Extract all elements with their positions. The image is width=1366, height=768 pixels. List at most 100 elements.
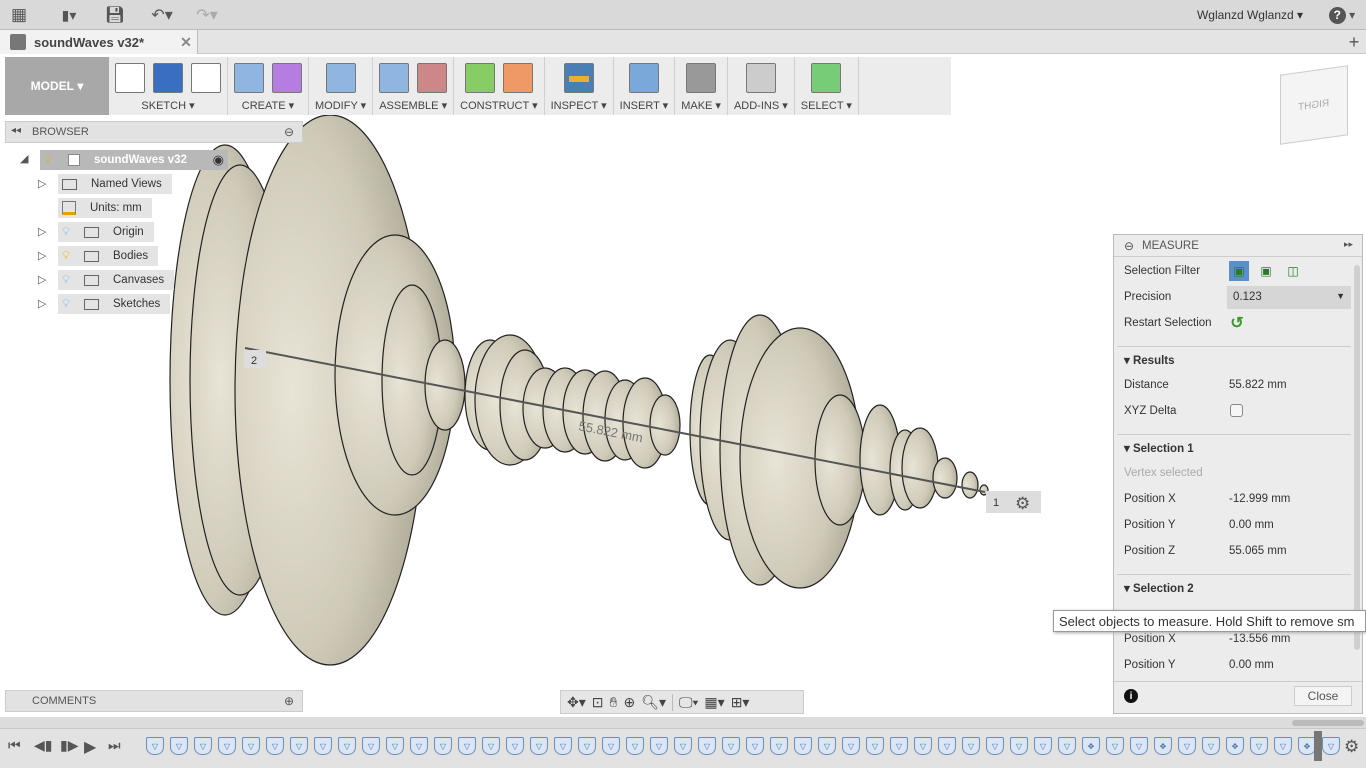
timeline-feature-icon[interactable]: ▽	[986, 737, 1004, 755]
sketch-menu[interactable]: SKETCH ▾	[141, 99, 194, 112]
inspect-menu[interactable]: INSPECT ▾	[551, 99, 607, 112]
undo-icon[interactable]: ↶▾	[145, 5, 179, 25]
lightbulb-icon[interactable]: 💡︎	[62, 274, 76, 287]
select-menu[interactable]: SELECT ▾	[801, 99, 852, 112]
orbit-icon[interactable]: ✥▾	[567, 694, 586, 711]
timeline-feature-icon[interactable]: ▽	[290, 737, 308, 755]
timeline-feature-icon[interactable]: ▽	[794, 737, 812, 755]
timeline-feature-icon[interactable]: ▽	[722, 737, 740, 755]
assemble-tool-icon-1[interactable]	[379, 63, 410, 93]
create-tool-icon-2[interactable]	[272, 63, 302, 93]
browser-item-canvases[interactable]: 💡︎ Canvases	[58, 270, 175, 290]
timeline-feature-icon[interactable]: ▽	[1058, 737, 1076, 755]
browser-item-sketches[interactable]: 💡︎ Sketches	[58, 294, 171, 314]
go-to-start-icon[interactable]: ⏮	[8, 737, 21, 754]
save-icon[interactable]: 💾︎	[105, 5, 125, 25]
minimize-icon[interactable]: ⊖	[284, 125, 294, 139]
selection2-header[interactable]: ▾ Selection 2	[1124, 581, 1194, 595]
timeline-feature-icon[interactable]: ▽	[1274, 737, 1292, 755]
zoom-icon[interactable]: ⊕	[623, 694, 635, 711]
close-button[interactable]: Close	[1294, 686, 1352, 706]
timeline-feature-icon[interactable]: ▽	[410, 737, 428, 755]
view-cube[interactable]: RIGHT	[1280, 65, 1348, 145]
document-tab[interactable]: soundWaves v32* ✕	[0, 30, 198, 54]
browser-item-origin[interactable]: 💡︎ Origin	[58, 222, 154, 242]
insert-menu[interactable]: INSERT ▾	[620, 99, 669, 112]
filter-edge-icon[interactable]: ◫	[1283, 261, 1303, 281]
timeline-feature-icon[interactable]: ▽	[650, 737, 668, 755]
construct-tool-icon-1[interactable]	[464, 63, 495, 93]
step-back-icon[interactable]: ◀▮	[34, 737, 52, 754]
activate-icon[interactable]: ◉	[213, 152, 224, 168]
lightbulb-icon[interactable]: 💡︎	[62, 226, 76, 239]
minimize-icon[interactable]: ⊖	[1124, 239, 1134, 253]
display-settings-icon[interactable]: 🖵▾	[672, 693, 698, 711]
timeline-feature-icon[interactable]: ▽	[1010, 737, 1028, 755]
timeline-feature-icon[interactable]: ▽	[866, 737, 884, 755]
filter-face-icon[interactable]: ▣	[1256, 261, 1276, 281]
expand-icon[interactable]: ▷	[38, 249, 46, 262]
step-forward-icon[interactable]: ▶	[84, 737, 96, 757]
collapse-panel-icon[interactable]: ◂◂	[11, 125, 21, 136]
file-menu-icon[interactable]: ▮▾	[55, 5, 83, 25]
add-ins-menu[interactable]: ADD-INS ▾	[734, 99, 788, 112]
timeline-feature-icon[interactable]: ▽	[698, 737, 716, 755]
help-button[interactable]: ? ▾	[1326, 6, 1358, 24]
timeline-feature-icon[interactable]: ▽	[482, 737, 500, 755]
timeline-feature-icon[interactable]: ▽	[146, 737, 164, 755]
select-tool-icon-1[interactable]	[811, 63, 842, 93]
body-disc[interactable]	[901, 427, 939, 509]
create-menu[interactable]: CREATE ▾	[242, 99, 294, 112]
assemble-menu[interactable]: ASSEMBLE ▾	[379, 99, 447, 112]
lightbulb-icon[interactable]: 💡︎	[44, 154, 60, 167]
sketch-tool-icon-1[interactable]	[115, 63, 145, 93]
sketch-tool-icon-2[interactable]	[153, 63, 183, 93]
user-menu[interactable]: Wglanzd Wglanzd ▾	[1190, 6, 1310, 24]
precision-select[interactable]: 0.123 ▼	[1227, 286, 1351, 309]
construct-tool-icon-2[interactable]	[502, 63, 533, 93]
timeline-feature-icon[interactable]: ▽	[578, 737, 596, 755]
browser-item-bodies[interactable]: 💡︎ Bodies	[58, 246, 159, 266]
timeline-feature-icon[interactable]: ▽	[746, 737, 764, 755]
expand-icon[interactable]: ▸▸	[1344, 239, 1353, 250]
browser-item-units-mm[interactable]: Units: mm	[58, 198, 152, 218]
insert-tool-icon-1[interactable]	[628, 63, 659, 93]
body-disc[interactable]	[961, 471, 979, 499]
new-tab-button[interactable]: +	[1344, 32, 1364, 52]
sketch-tool-icon-3[interactable]	[191, 63, 221, 93]
browser-root[interactable]: 💡︎ soundWaves v32 ◉	[40, 150, 228, 170]
timeline-feature-icon[interactable]: ▽	[386, 737, 404, 755]
timeline-feature-icon[interactable]: ▽	[1250, 737, 1268, 755]
xyz-delta-checkbox[interactable]	[1230, 404, 1243, 417]
info-icon[interactable]: i	[1124, 689, 1138, 703]
restart-icon[interactable]: ↺	[1227, 313, 1247, 333]
timeline-feature-icon[interactable]: ▽	[1178, 737, 1196, 755]
results-header[interactable]: ▾ Results	[1124, 353, 1175, 367]
scroll-thumb[interactable]	[1292, 720, 1364, 726]
modify-menu[interactable]: MODIFY ▾	[315, 99, 366, 112]
browser-item-named-views[interactable]: Named Views	[58, 174, 172, 194]
body-disc[interactable]	[649, 394, 681, 456]
timeline-feature-icon[interactable]: ▽	[914, 737, 932, 755]
add-comment-icon[interactable]: ⊕	[284, 694, 294, 708]
inspect-tool-icon-1[interactable]	[563, 63, 594, 93]
timeline-feature-icon[interactable]: ▽	[962, 737, 980, 755]
grid-icon[interactable]: ▦▾	[704, 694, 724, 711]
timeline-feature-icon[interactable]: ▽	[842, 737, 860, 755]
timeline-feature-icon[interactable]: ▽	[242, 737, 260, 755]
timeline-feature-icon[interactable]: ▽	[1202, 737, 1220, 755]
timeline-feature-icon[interactable]: ▽	[218, 737, 236, 755]
timeline-marker[interactable]	[1314, 731, 1322, 761]
make-menu[interactable]: MAKE ▾	[681, 99, 721, 112]
timeline-scrollbar[interactable]	[0, 717, 1366, 728]
timeline-feature-icon[interactable]: ▽	[266, 737, 284, 755]
gear-icon[interactable]: ⚙	[1015, 494, 1030, 514]
timeline-feature-icon[interactable]: ▽	[1130, 737, 1148, 755]
timeline-feature-icon[interactable]: ▽	[626, 737, 644, 755]
timeline-feature-icon[interactable]: ▽	[170, 737, 188, 755]
expand-icon[interactable]: ▷	[38, 273, 46, 286]
expand-icon[interactable]: ▷	[38, 225, 46, 238]
timeline-feature-icon[interactable]: ▽	[1106, 737, 1124, 755]
timeline-feature-icon[interactable]: ▽	[1322, 737, 1340, 755]
timeline-feature-icon[interactable]: ▽	[674, 737, 692, 755]
